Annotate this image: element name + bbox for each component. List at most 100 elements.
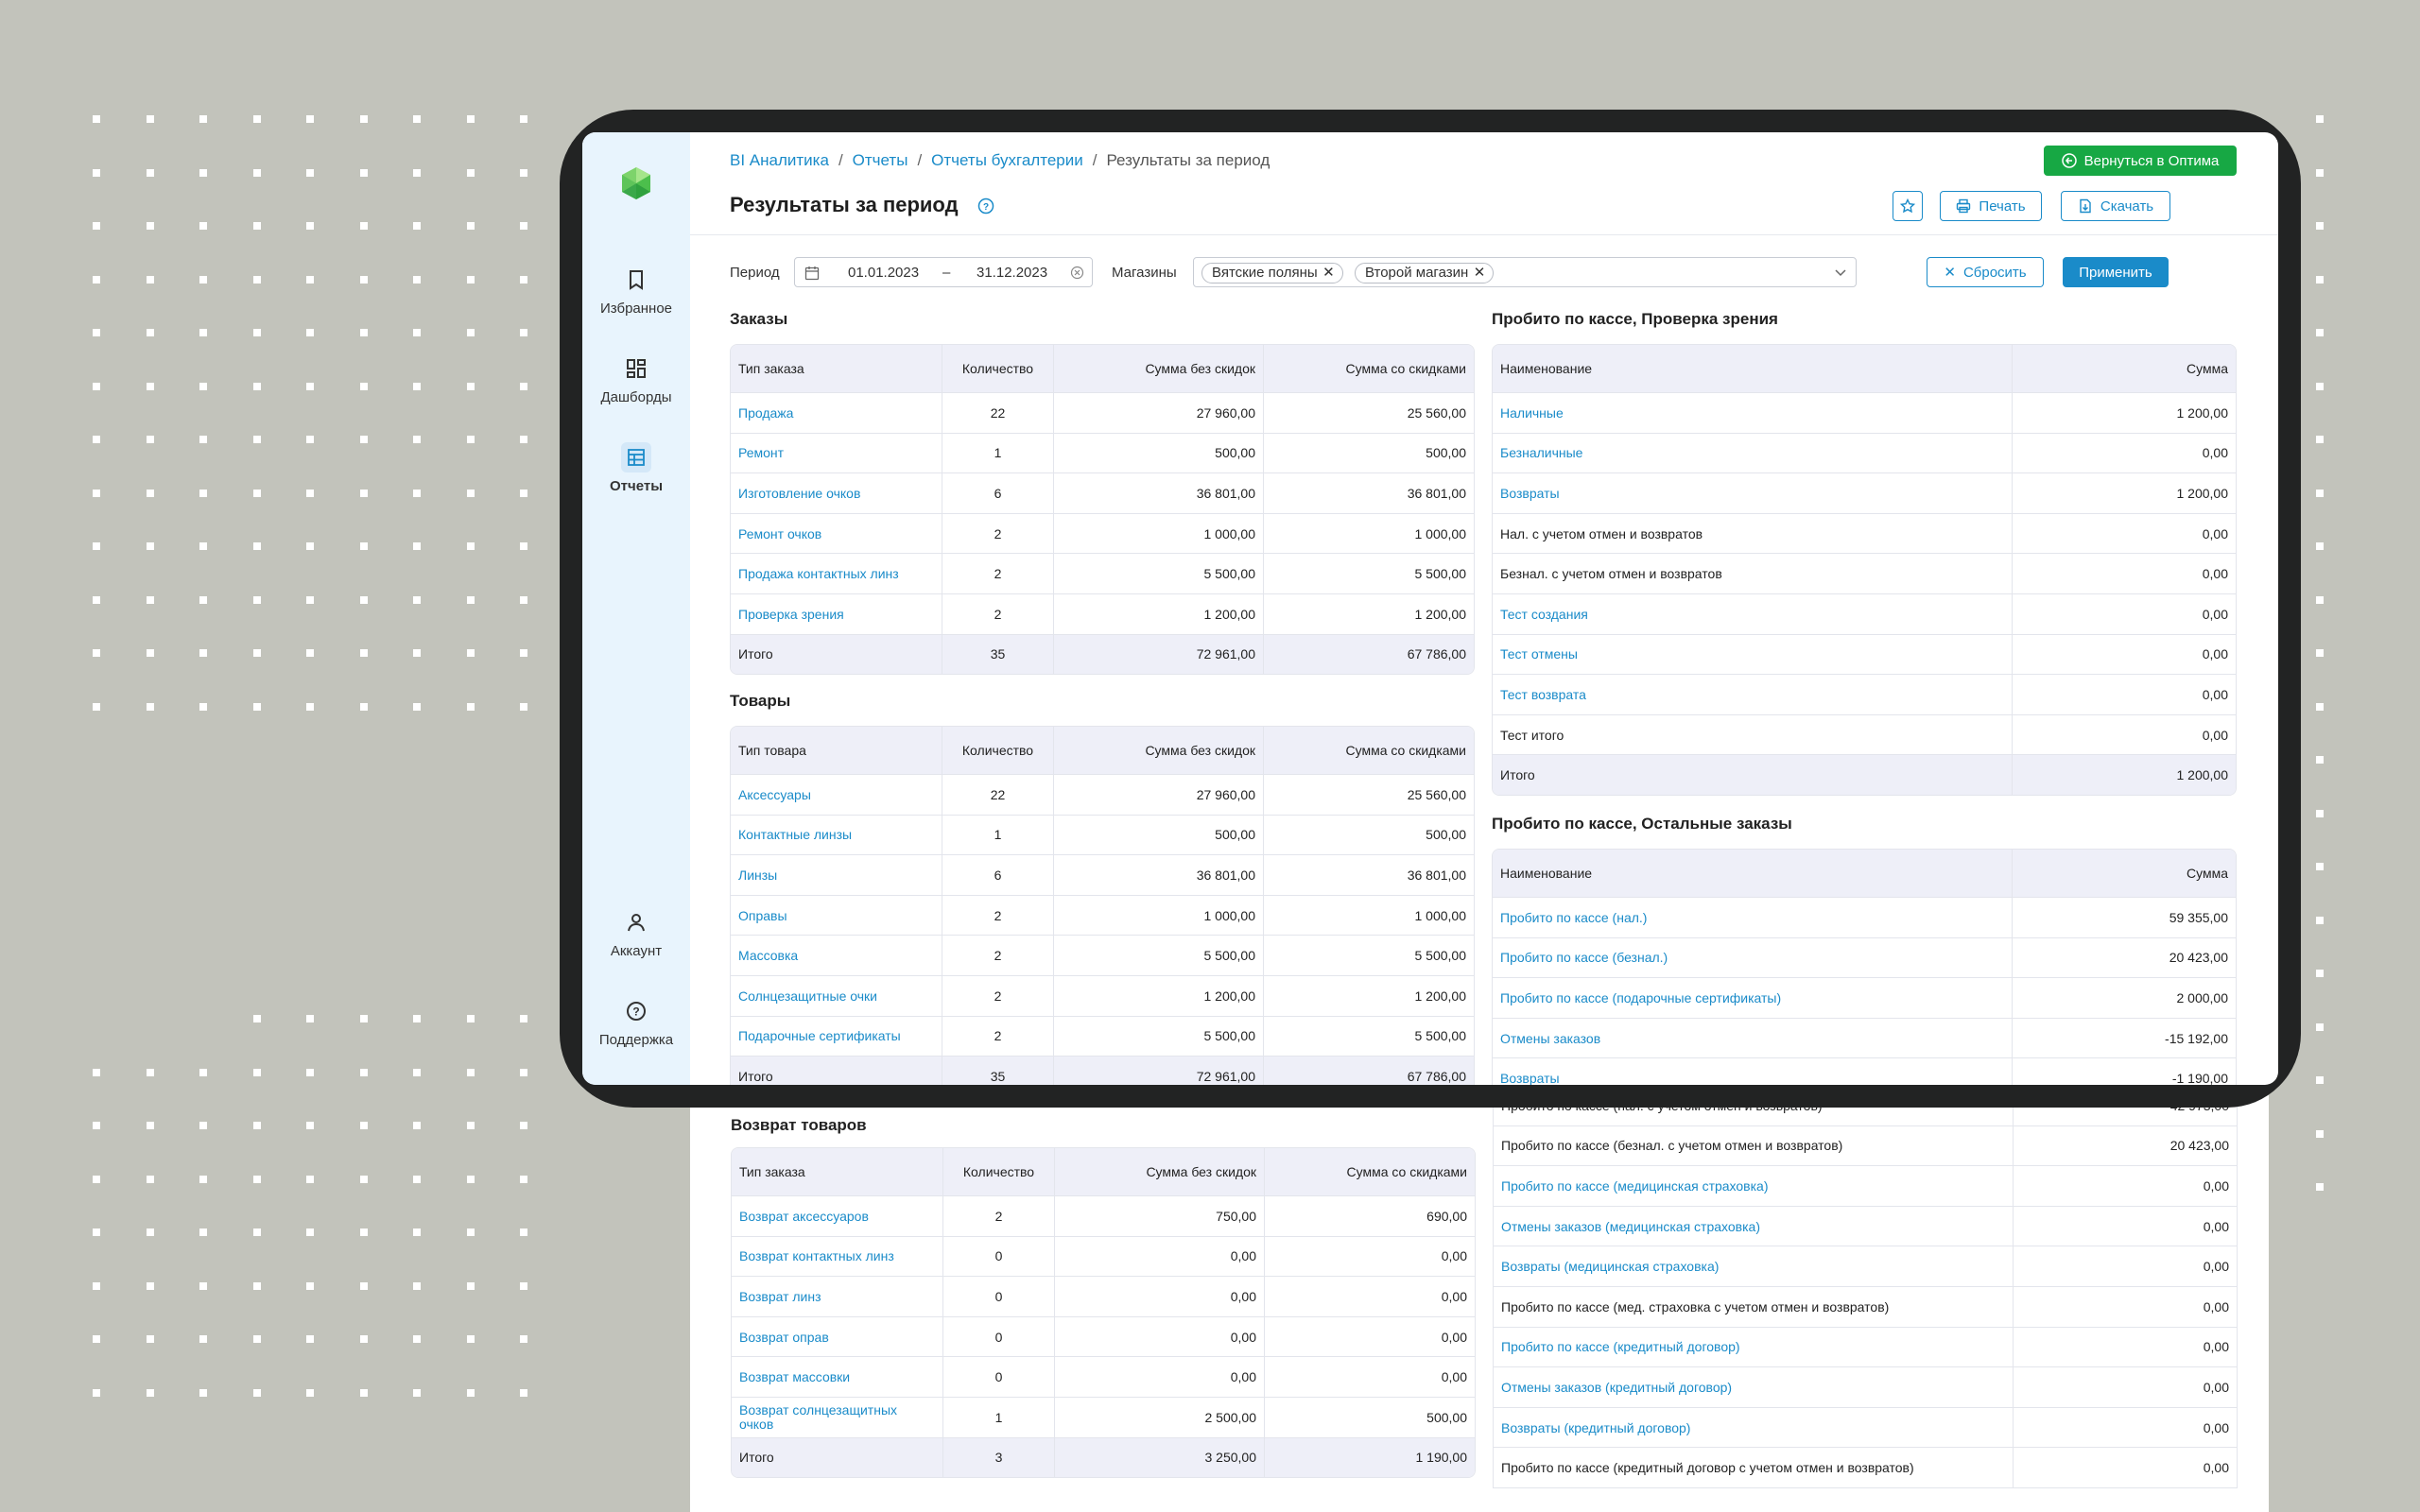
row-link[interactable]: Подарочные сертификаты <box>731 1015 942 1057</box>
row-link[interactable]: Пробито по кассе (медицинская страховка) <box>1494 1165 2014 1206</box>
download-button[interactable]: Скачать <box>2061 191 2170 221</box>
table-row[interactable]: Контактные линзы 1 500,00 500,00 <box>731 814 1474 855</box>
row-link[interactable]: Солнцезащитные очки <box>731 974 942 1016</box>
row-link[interactable]: Линзы <box>731 854 942 895</box>
breadcrumb-accounting-reports[interactable]: Отчеты бухгалтерии <box>931 151 1083 169</box>
row-link[interactable]: Возвраты <box>1493 472 2013 513</box>
row-link[interactable]: Контактные линзы <box>731 814 942 855</box>
chevron-down-icon[interactable] <box>1835 269 1846 277</box>
row-link[interactable]: Тест отмены <box>1493 633 2013 675</box>
row-link[interactable]: Наличные <box>1493 392 2013 433</box>
row-link[interactable]: Тест возврата <box>1493 674 2013 714</box>
table-row[interactable]: Проверка зрения 2 1 200,00 1 200,00 <box>731 593 1474 634</box>
row-link[interactable]: Возвраты (кредитный договор) <box>1494 1406 2014 1448</box>
table-row[interactable]: Возврат массовки 0 0,00 0,00 <box>732 1356 1475 1397</box>
row-link[interactable]: Пробито по кассе (кредитный договор) <box>1494 1326 2014 1367</box>
apply-button[interactable]: Применить <box>2063 257 2169 287</box>
row-link[interactable]: Продажа <box>731 392 942 433</box>
row-link[interactable]: Возврат контактных линз <box>732 1235 943 1277</box>
table-row[interactable]: Возврат аксессуаров 2 750,00 690,00 <box>732 1195 1475 1236</box>
app-logo-icon[interactable] <box>619 166 653 200</box>
row-link[interactable]: Возвраты (медицинская страховка) <box>1494 1246 2014 1286</box>
table-row[interactable]: Возврат оправ 0 0,00 0,00 <box>732 1315 1475 1357</box>
table-row[interactable]: Пробито по кассе (безнал.) 20 423,00 <box>1493 936 2236 978</box>
sidebar-item-support[interactable]: ? Поддержка <box>582 996 690 1048</box>
table-row[interactable]: Возвраты (кредитный договор) 0,00 <box>1494 1406 2237 1448</box>
table-row[interactable]: Возврат линз 0 0,00 0,00 <box>732 1276 1475 1316</box>
table-row[interactable]: Возвраты -1 190,00 <box>1493 1057 2236 1085</box>
row-link[interactable]: Возврат линз <box>732 1276 943 1316</box>
row-link[interactable]: Ремонт очков <box>731 512 942 554</box>
date-to-value[interactable]: 31.12.2023 <box>977 265 1047 281</box>
table-row[interactable]: Массовка 2 5 500,00 5 500,00 <box>731 935 1474 975</box>
table-row[interactable]: Отмены заказов -15 192,00 <box>1493 1017 2236 1058</box>
back-to-optima-button[interactable]: Вернуться в Оптима <box>2044 146 2237 176</box>
table-row[interactable]: Возврат солнцезащитных очков 1 2 500,00 500… <box>732 1396 1475 1437</box>
table-row[interactable]: Подарочные сертификаты 2 5 500,00 5 500,00 <box>731 1015 1474 1057</box>
table-row[interactable]: Тест возврата 0,00 <box>1493 674 2236 714</box>
row-link[interactable]: Оправы <box>731 894 942 936</box>
row-link[interactable]: Возврат аксессуаров <box>732 1195 943 1236</box>
table-row[interactable]: Отмены заказов (кредитный договор) 0,00 <box>1494 1366 2237 1407</box>
row-link[interactable]: Возврат солнцезащитных очков <box>732 1396 943 1437</box>
row-link[interactable]: Изготовление очков <box>731 472 942 513</box>
table-row[interactable]: Аксессуары 22 27 960,00 25 560,00 <box>731 774 1474 815</box>
table-row[interactable]: Пробито по кассе (подарочные сертификаты… <box>1493 977 2236 1018</box>
table-row[interactable]: Продажа контактных линз 2 5 500,00 5 500,00 <box>731 553 1474 593</box>
decor-dot <box>306 1122 314 1129</box>
favorite-button[interactable] <box>1893 191 1923 221</box>
row-link[interactable]: Пробито по кассе (подарочные сертификаты… <box>1493 977 2013 1018</box>
row-link[interactable]: Отмены заказов (кредитный договор) <box>1494 1366 2014 1407</box>
row-link[interactable]: Пробито по кассе (безнал.) <box>1493 936 2013 978</box>
sidebar-item-dashboards[interactable]: Дашборды <box>582 353 690 405</box>
table-row[interactable]: Ремонт 1 500,00 500,00 <box>731 432 1474 473</box>
table-row[interactable]: Отмены заказов (медицинская страховка) 0,… <box>1494 1205 2237 1246</box>
table-cell: 750,00 <box>1055 1195 1265 1236</box>
table-row[interactable]: Тест отмены 0,00 <box>1493 633 2236 675</box>
row-link[interactable]: Отмены заказов (медицинская страховка) <box>1494 1205 2014 1246</box>
table-row[interactable]: Возвраты 1 200,00 <box>1493 472 2236 513</box>
row-link[interactable]: Проверка зрения <box>731 593 942 634</box>
table-row[interactable]: Пробито по кассе (нал.) 59 355,00 <box>1493 897 2236 937</box>
reset-button[interactable]: ✕ Сбросить <box>1927 257 2044 287</box>
row-link[interactable]: Тест создания <box>1493 593 2013 634</box>
table-row[interactable]: Линзы 6 36 801,00 36 801,00 <box>731 854 1474 895</box>
clear-circle-icon[interactable] <box>1070 266 1084 280</box>
row-link[interactable]: Безналичные <box>1493 432 2013 473</box>
table-row[interactable]: Возвраты (медицинская страховка) 0,00 <box>1494 1246 2237 1286</box>
help-circle-icon[interactable]: ? <box>977 198 994 215</box>
breadcrumb-reports[interactable]: Отчеты <box>853 151 908 169</box>
table-row[interactable]: Возврат контактных линз 0 0,00 0,00 <box>732 1235 1475 1277</box>
sidebar-item-reports[interactable]: Отчеты <box>582 442 690 494</box>
table-row[interactable]: Пробито по кассе (кредитный договор) 0,00 <box>1494 1326 2237 1367</box>
print-button[interactable]: Печать <box>1940 191 2042 221</box>
period-date-range[interactable]: 01.01.2023 – 31.12.2023 <box>794 257 1093 287</box>
table-row[interactable]: Продажа 22 27 960,00 25 560,00 <box>731 392 1474 433</box>
stores-multiselect[interactable]: Вятские поляны ✕ Второй магазин ✕ <box>1193 257 1857 287</box>
decor-dot <box>2316 542 2324 550</box>
table-row[interactable]: Оправы 2 1 000,00 1 000,00 <box>731 894 1474 936</box>
table-row[interactable]: Наличные 1 200,00 <box>1493 392 2236 433</box>
table-row[interactable]: Ремонт очков 2 1 000,00 1 000,00 <box>731 512 1474 554</box>
table-row[interactable]: Изготовление очков 6 36 801,00 36 801,00 <box>731 472 1474 513</box>
row-link[interactable]: Возврат массовки <box>732 1356 943 1397</box>
table-row[interactable]: Тест создания 0,00 <box>1493 593 2236 634</box>
chip-remove-icon[interactable]: ✕ <box>1474 264 1486 283</box>
chip-remove-icon[interactable]: ✕ <box>1322 264 1335 283</box>
row-link[interactable]: Ремонт <box>731 432 942 473</box>
row-link[interactable]: Продажа контактных линз <box>731 553 942 593</box>
row-link[interactable]: Возвраты <box>1493 1057 2013 1085</box>
row-link[interactable]: Массовка <box>731 935 942 975</box>
row-link[interactable]: Аксессуары <box>731 774 942 815</box>
breadcrumb-bi-analytics[interactable]: BI Аналитика <box>730 151 829 169</box>
row-link[interactable]: Возврат оправ <box>732 1315 943 1357</box>
row-link[interactable]: Пробито по кассе (нал.) <box>1493 897 2013 937</box>
date-from-value[interactable]: 01.01.2023 <box>848 265 919 281</box>
sidebar-item-favorites[interactable]: Избранное <box>582 265 690 317</box>
table-row[interactable]: Пробито по кассе (медицинская страховка)… <box>1494 1165 2237 1206</box>
sidebar-item-account[interactable]: Аккаунт <box>582 907 690 959</box>
table-row[interactable]: Солнцезащитные очки 2 1 200,00 1 200,00 <box>731 974 1474 1016</box>
table-total-row: Итого 35 72 961,00 67 786,00 <box>731 1056 1474 1085</box>
table-row[interactable]: Безналичные 0,00 <box>1493 432 2236 473</box>
row-link[interactable]: Отмены заказов <box>1493 1017 2013 1058</box>
